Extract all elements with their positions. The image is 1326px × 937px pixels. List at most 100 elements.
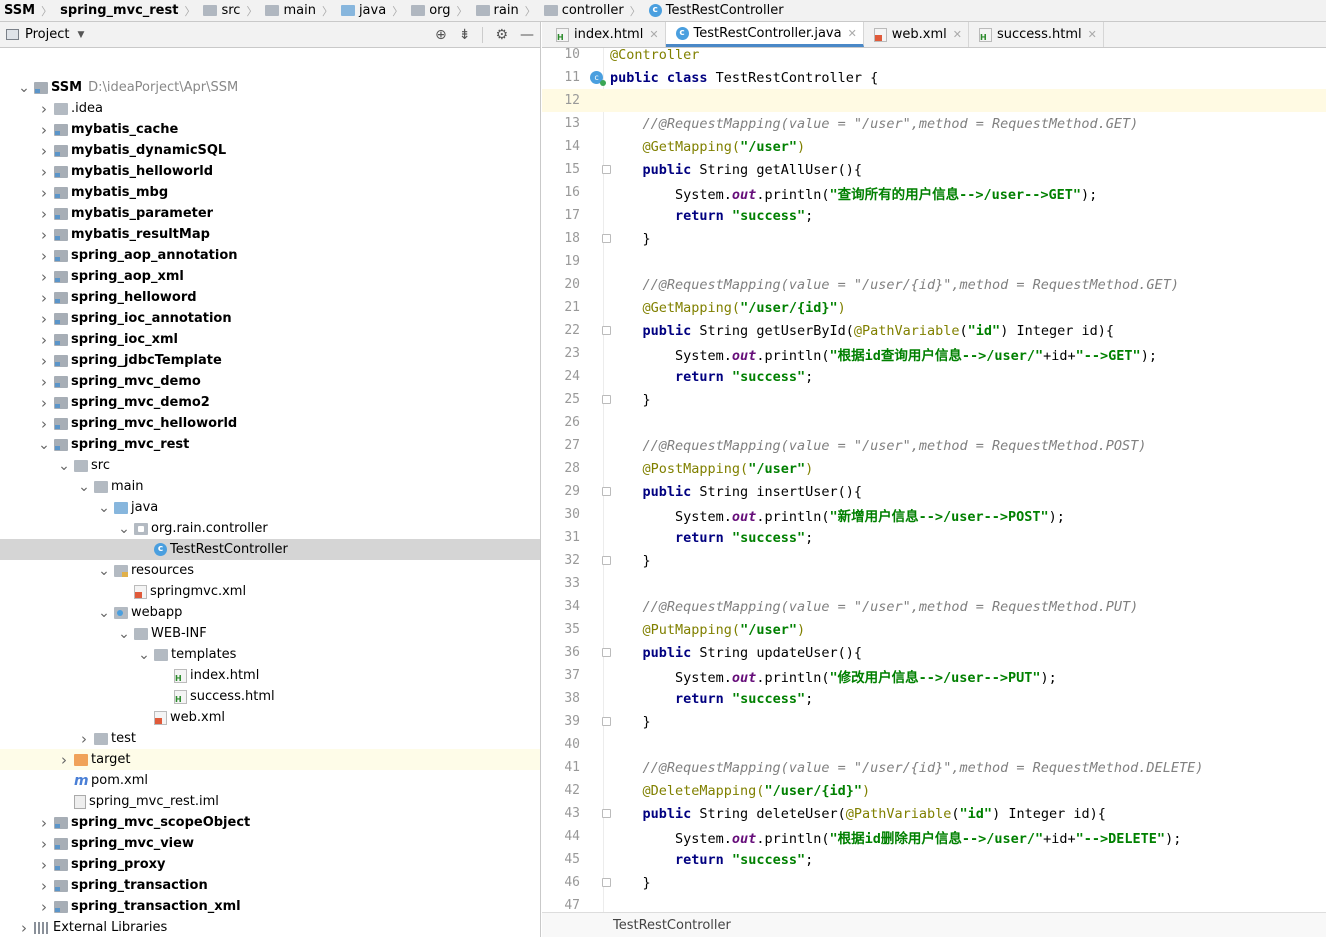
chevron-down-icon[interactable]: ⌄ [18,84,30,92]
code-line[interactable]: 44 System.out.println("根据id删除用户信息-->/use… [542,825,1326,848]
close-icon[interactable]: ✕ [953,28,962,41]
tree-item[interactable]: ⌄WEB-INF [0,623,540,644]
code-line[interactable]: 35 @PutMapping("/user") [542,618,1326,641]
chevron-right-icon[interactable]: › [38,814,50,832]
chevron-down-icon[interactable]: ⌄ [78,483,90,491]
chevron-right-icon[interactable]: › [38,877,50,895]
code-line[interactable]: 39 } [542,710,1326,733]
code-line[interactable]: 10@Controller [542,43,1326,66]
code-line[interactable]: 33 [542,572,1326,595]
code-line[interactable]: 36 public String updateUser(){ [542,641,1326,664]
chevron-right-icon[interactable]: › [38,373,50,391]
tree-item[interactable]: mpom.xml [0,770,540,791]
tree-item[interactable]: ⌄resources [0,560,540,581]
chevron-down-icon[interactable]: ⌄ [38,441,50,449]
locate-icon[interactable]: ⊕ [435,27,447,43]
chevron-right-icon[interactable]: › [18,919,30,937]
chevron-right-icon[interactable]: › [38,121,50,139]
run-gutter-icon[interactable]: c [590,71,603,84]
code-line[interactable]: 45 return "success"; [542,848,1326,871]
chevron-down-icon[interactable]: ▼ [77,30,84,40]
tree-item[interactable]: ›spring_helloword [0,287,540,308]
tree-item[interactable]: ›spring_transaction [0,875,540,896]
tree-item[interactable]: ›mybatis_cache [0,119,540,140]
breadcrumb-item[interactable]: src〉 [199,0,261,22]
chevron-down-icon[interactable]: ⌄ [58,462,70,470]
code-line[interactable]: 28 @PostMapping("/user") [542,457,1326,480]
breadcrumb-item[interactable]: main〉 [261,0,336,22]
code-line[interactable]: 20 //@RequestMapping(value = "/user/{id}… [542,273,1326,296]
breadcrumb-item[interactable]: SSM〉 [0,0,56,22]
minimize-icon[interactable]: — [520,27,534,43]
tree-item[interactable]: ›spring_ioc_annotation [0,308,540,329]
breadcrumb-item[interactable]: cTestRestController [645,0,788,22]
chevron-right-icon[interactable]: › [38,331,50,349]
collapse-all-icon[interactable]: ⇟ [459,27,471,43]
code-line[interactable]: 26 [542,411,1326,434]
tree-item[interactable]: ›External Libraries [0,917,540,937]
tree-item[interactable]: ›spring_ioc_xml [0,329,540,350]
tree-item[interactable]: ›mybatis_dynamicSQL [0,140,540,161]
chevron-right-icon[interactable]: › [38,289,50,307]
code-line[interactable]: 17 return "success"; [542,204,1326,227]
chevron-right-icon[interactable]: › [38,100,50,118]
code-line[interactable]: 23 System.out.println("根据id查询用户信息-->/use… [542,342,1326,365]
code-line[interactable]: 12 [542,89,1326,112]
tree-item[interactable]: ›spring_proxy [0,854,540,875]
code-line[interactable]: 25 } [542,388,1326,411]
code-line[interactable]: 16 System.out.println("查询所有的用户信息-->/user… [542,181,1326,204]
tree-item[interactable]: ›target [0,749,540,770]
code-line[interactable]: 18 } [542,227,1326,250]
tree-item[interactable]: ⌄org.rain.controller [0,518,540,539]
close-icon[interactable]: ✕ [649,28,658,41]
code-line[interactable]: 13 //@RequestMapping(value = "/user",met… [542,112,1326,135]
chevron-down-icon[interactable]: ⌄ [98,609,110,617]
code-line[interactable]: 37 System.out.println("修改用户信息-->/user-->… [542,664,1326,687]
chevron-right-icon[interactable]: › [38,394,50,412]
tree-item[interactable]: ›test [0,728,540,749]
chevron-right-icon[interactable]: › [38,247,50,265]
close-icon[interactable]: ✕ [1088,28,1097,41]
code-line[interactable]: 42 @DeleteMapping("/user/{id}") [542,779,1326,802]
code-line[interactable]: 46 } [542,871,1326,894]
breadcrumb-item[interactable]: rain〉 [472,0,540,22]
chevron-down-icon[interactable]: ⌄ [98,504,110,512]
code-line[interactable]: 43 public String deleteUser(@PathVariabl… [542,802,1326,825]
code-line[interactable]: 22 public String getUserById(@PathVariab… [542,319,1326,342]
chevron-down-icon[interactable]: ⌄ [138,651,150,659]
code-line[interactable]: 14 @GetMapping("/user") [542,135,1326,158]
code-line[interactable]: 38 return "success"; [542,687,1326,710]
breadcrumb-item[interactable]: controller〉 [540,0,645,22]
project-view-title[interactable]: Project [25,27,69,42]
chevron-right-icon[interactable]: › [38,856,50,874]
chevron-right-icon[interactable]: › [38,226,50,244]
tree-item[interactable]: ›spring_jdbcTemplate [0,350,540,371]
tree-item[interactable]: ⌄templates [0,644,540,665]
tree-item[interactable]: ›mybatis_helloworld [0,161,540,182]
tree-item[interactable]: ›spring_aop_annotation [0,245,540,266]
chevron-right-icon[interactable]: › [38,184,50,202]
chevron-right-icon[interactable]: › [38,205,50,223]
chevron-right-icon[interactable]: › [38,268,50,286]
chevron-right-icon[interactable]: › [78,730,90,748]
tree-item[interactable]: ⌄main [0,476,540,497]
tree-item[interactable]: ⌄src [0,455,540,476]
code-line[interactable]: 27 //@RequestMapping(value = "/user",met… [542,434,1326,457]
code-line[interactable]: 41 //@RequestMapping(value = "/user/{id}… [542,756,1326,779]
tree-item[interactable]: ›spring_aop_xml [0,266,540,287]
tree-item[interactable]: ⌄SSMD:\ideaPorject\Apr\SSM [0,77,540,98]
chevron-right-icon[interactable]: › [38,898,50,916]
tree-item[interactable]: ›spring_transaction_xml [0,896,540,917]
tree-item[interactable]: ›spring_mvc_demo2 [0,392,540,413]
tree-item[interactable]: ›mybatis_mbg [0,182,540,203]
tree-item[interactable]: ›mybatis_resultMap [0,224,540,245]
breadcrumb-item[interactable]: spring_mvc_rest〉 [56,0,199,22]
chevron-right-icon[interactable]: › [38,352,50,370]
code-line[interactable]: 21 @GetMapping("/user/{id}") [542,296,1326,319]
code-line[interactable]: 15 public String getAllUser(){ [542,158,1326,181]
code-line[interactable]: 19 [542,250,1326,273]
code-line[interactable]: 11cpublic class TestRestController { [542,66,1326,89]
editor-breadcrumb-class[interactable]: TestRestController [613,918,731,933]
code-line[interactable]: 31 return "success"; [542,526,1326,549]
tree-item[interactable]: ›spring_mvc_demo [0,371,540,392]
